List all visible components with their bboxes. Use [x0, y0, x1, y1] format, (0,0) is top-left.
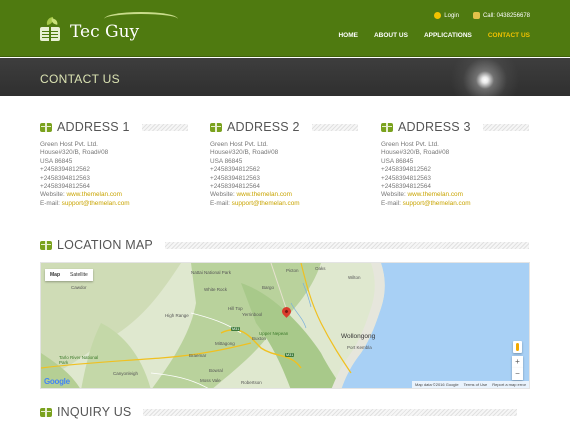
map-label: Bowral [209, 368, 223, 373]
call-link[interactable]: Call: 0438256678 [472, 12, 530, 19]
nav-about-us[interactable]: ABOUT US [374, 32, 408, 39]
map-type-toggle: Map Satellite [45, 269, 93, 281]
phone-1: +2458394812562 [381, 166, 431, 174]
postal: USA 86845 [381, 157, 414, 165]
book-leaf-icon [40, 16, 60, 46]
site-header: Tec Guy Login Call: 0438256678 HOME ABOU… [0, 0, 570, 57]
map-label: Buxton [252, 336, 267, 341]
page-title: CONTACT US [40, 72, 120, 86]
map-label: Yerrinbool [242, 312, 263, 317]
map-label-wollongong: Wollongong [341, 333, 376, 340]
map-label: Upper Nepean [259, 331, 289, 336]
section-book-icon [40, 122, 52, 132]
company-name: Green Host Pvt. Ltd. [210, 141, 268, 148]
company-name: Green Host Pvt. Ltd. [381, 141, 439, 148]
map-label: Robertson [241, 380, 262, 385]
road-shield: M31 [231, 327, 241, 331]
road-shield: M31 [285, 353, 295, 357]
heading-stripes [141, 123, 188, 131]
zoom-in-button[interactable]: + [512, 356, 523, 368]
section-book-icon [381, 122, 393, 132]
map-label: High Range [165, 313, 189, 318]
address-3-heading: ADDRESS 3 [381, 120, 529, 134]
map-type-satellite[interactable]: Satellite [65, 269, 93, 281]
report-map-error-link[interactable]: Report a map error [492, 382, 526, 387]
login-link[interactable]: Login [434, 12, 459, 19]
website-link[interactable]: www.themelan.com [67, 191, 122, 198]
location-map[interactable]: Map Satellite Nattai National Park White… [40, 262, 530, 389]
nav-contact-us[interactable]: CONTACT US [488, 32, 530, 39]
section-book-icon [40, 240, 52, 250]
website-link[interactable]: www.themelan.com [237, 191, 292, 198]
phone-1: +2458394812562 [210, 166, 260, 174]
heading-stripes [482, 123, 529, 131]
heading-stripes [143, 408, 518, 416]
map-label: Braemar [189, 353, 207, 358]
email-link[interactable]: support@themelan.com [232, 200, 300, 207]
address-1-heading: ADDRESS 1 [40, 120, 188, 134]
inquiry-heading: INQUIRY US [40, 405, 518, 419]
map-label: Oaks [315, 266, 326, 271]
nav-applications[interactable]: APPLICATIONS [424, 32, 472, 39]
map-label: Wilton [348, 275, 361, 280]
address-1-block: Green Host Pvt. Ltd. House#320/B, Road#0… [40, 141, 130, 207]
map-label: Nattai National Park [191, 270, 232, 275]
phone-1: +2458394812562 [40, 166, 90, 174]
address-2-block: Green Host Pvt. Ltd. House#320/B, Road#0… [210, 141, 300, 207]
main-nav: HOME ABOUT US APPLICATIONS CONTACT US [338, 32, 530, 39]
lens-flare [450, 58, 520, 96]
phone-2: +2458394812563 [210, 174, 260, 182]
map-type-map[interactable]: Map [45, 269, 65, 281]
heading-stripes [164, 241, 529, 249]
map-label: Bargo [262, 285, 275, 290]
phone-3: +2458394812564 [381, 183, 431, 191]
section-book-icon [210, 122, 222, 132]
address-3-block: Green Host Pvt. Ltd. House#320/B, Road#0… [381, 141, 471, 207]
lock-icon [434, 12, 442, 19]
map-label: Hill Top [228, 306, 243, 311]
phone-icon [472, 12, 480, 19]
phone-3: +2458394812564 [210, 183, 260, 191]
terms-of-use-link[interactable]: Terms of Use [464, 382, 488, 387]
map-label: Tarlo River National Park [59, 355, 99, 365]
zoom-out-button[interactable]: − [512, 368, 523, 380]
email-link[interactable]: support@themelan.com [403, 200, 471, 207]
heading-stripes [311, 123, 358, 131]
phone-2: +2458394812563 [381, 174, 431, 182]
street: House#320/B, Road#08 [40, 149, 109, 157]
section-book-icon [40, 407, 52, 417]
map-data-credit: Map data ©2016 Google [414, 382, 459, 387]
company-name: Green Host Pvt. Ltd. [40, 141, 98, 148]
google-logo: Google [44, 377, 70, 386]
top-links: Login Call: 0438256678 [434, 12, 530, 19]
map-label: Moss Vale [200, 378, 221, 383]
map-label: Cawdor [71, 285, 87, 290]
postal: USA 86845 [210, 157, 243, 165]
location-map-heading: LOCATION MAP [40, 238, 529, 252]
nav-home[interactable]: HOME [338, 32, 358, 39]
map-label: Canyonleigh [113, 371, 139, 376]
map-footer: Map data ©2016 Google Terms of Use Repor… [411, 381, 529, 388]
map-label: White Rock [204, 287, 228, 292]
map-label: Picton [286, 268, 299, 273]
postal: USA 86845 [40, 157, 73, 165]
email-link[interactable]: support@themelan.com [62, 200, 130, 207]
address-2-heading: ADDRESS 2 [210, 120, 358, 134]
website-link[interactable]: www.themelan.com [408, 191, 463, 198]
map-label: Mittagong [215, 341, 235, 346]
street: House#320/B, Road#08 [210, 149, 279, 157]
street-view-pegman-icon[interactable] [513, 341, 522, 353]
page-title-band: CONTACT US [0, 58, 570, 96]
logo-swoosh [104, 12, 178, 26]
phone-2: +2458394812563 [40, 174, 90, 182]
site-logo[interactable]: Tec Guy [40, 12, 178, 46]
phone-3: +2458394812564 [40, 183, 90, 191]
street: House#320/B, Road#08 [381, 149, 450, 157]
map-label: Port Kembla [347, 345, 372, 350]
